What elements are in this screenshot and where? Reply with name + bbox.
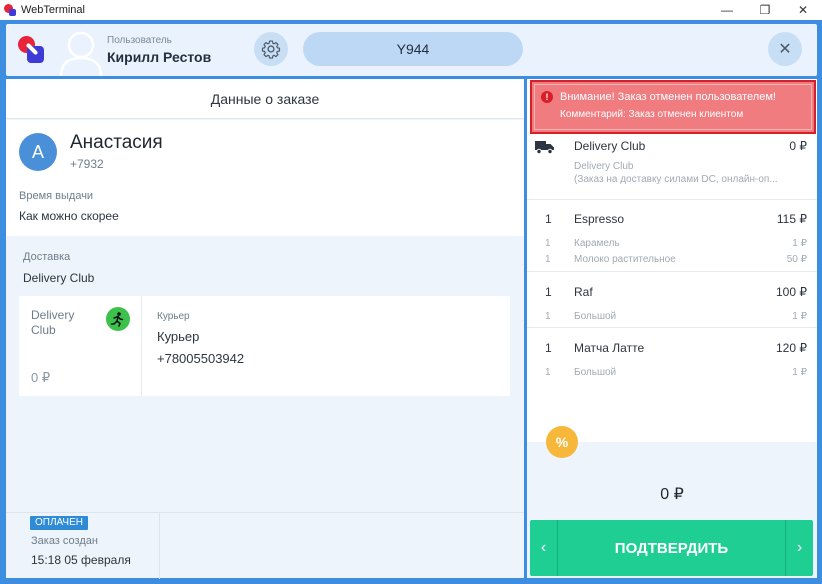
cart-item[interactable]: 1 Espresso 115 ₽ 1 Карамель 1 ₽ 1 Молоко… <box>527 200 817 271</box>
confirm-bar: ‹ ПОДТВЕРДИТЬ › <box>530 520 813 576</box>
cart-delivery-sub1: Delivery Club <box>574 161 634 172</box>
truck-icon <box>535 141 554 154</box>
order-details-title: Данные о заказе <box>6 79 524 119</box>
cart-mod-name: Большой <box>574 367 617 378</box>
discount-button[interactable]: % <box>546 426 578 458</box>
courier-phone: +78005503942 <box>157 351 245 366</box>
cart-item-qty: 1 <box>545 212 552 226</box>
app-icon <box>4 3 16 16</box>
cart-item-name: Матча Латте <box>574 341 645 355</box>
alert-comment: Комментарий: Заказ отменен клиентом <box>560 109 744 120</box>
cart-delivery-price: 0 ₽ <box>789 139 807 153</box>
window-title: WebTerminal <box>21 3 85 16</box>
order-footer: ОПЛАЧЕН Заказ создан 15:18 05 февраля <box>6 512 524 579</box>
header-bar: Пользователь Кирилл Рестов Y944 ✕ <box>6 24 817 77</box>
cart-mod-qty: 1 <box>545 254 551 265</box>
order-code-pill[interactable]: Y944 <box>303 32 523 66</box>
window-close-button[interactable]: ✕ <box>788 0 818 19</box>
cart-mod-price: 1 ₽ <box>792 238 807 249</box>
chevron-left-icon: ‹ <box>540 539 547 556</box>
delivery-value: Delivery Club <box>23 271 95 285</box>
pickup-time-value: Как можно скорее <box>19 209 119 223</box>
cart-item-price: 120 ₽ <box>776 341 807 355</box>
cart-mod-name: Карамель <box>574 238 620 249</box>
customer-avatar: А <box>19 133 57 171</box>
delivery-label: Доставка <box>23 251 71 263</box>
courier-card: Delivery Club 0 ₽ Курьер Курьер +7800550… <box>19 296 510 396</box>
cart-item-price: 115 ₽ <box>776 212 807 226</box>
customer-section: А Анастасия +7932 Время выдачи Как можно… <box>6 120 524 236</box>
cart-mod-price: 50 ₽ <box>786 254 807 265</box>
chevron-right-icon: › <box>796 539 803 556</box>
maximize-button[interactable]: ❐ <box>750 0 780 19</box>
cancel-alert: ! Внимание! Заказ отменен пользователем!… <box>530 80 816 134</box>
cart-mod-name: Большой <box>574 311 617 322</box>
gear-icon <box>261 40 281 59</box>
cart-item-price: 100 ₽ <box>776 285 807 299</box>
user-label: Пользователь <box>107 35 172 46</box>
status-badge: ОПЛАЧЕН <box>30 516 88 530</box>
courier-service-name: Delivery Club <box>31 308 75 337</box>
alert-title: Внимание! Заказ отменен пользователем! <box>560 91 776 103</box>
minimize-button[interactable]: — <box>712 0 742 19</box>
cart-mod-price: 1 ₽ <box>792 311 807 322</box>
courier-label: Курьер <box>157 311 190 322</box>
prev-arrow-button[interactable]: ‹ <box>530 520 558 576</box>
cart-delivery-row[interactable]: Delivery Club 0 ₽ Delivery Club (Заказ н… <box>527 135 817 199</box>
courier-price: 0 ₽ <box>31 370 51 385</box>
settings-button[interactable] <box>254 32 288 66</box>
courier-name: Курьер <box>157 329 200 344</box>
cart-item[interactable]: 1 Матча Латте 120 ₽ 1 Большой 1 ₽ <box>527 328 817 383</box>
cart-item-name: Raf <box>574 285 593 299</box>
cart-delivery-name: Delivery Club <box>574 139 646 153</box>
created-value: 15:18 05 февраля <box>31 553 131 567</box>
window-titlebar: WebTerminal <box>0 0 822 19</box>
cart-mod-qty: 1 <box>545 238 551 249</box>
user-name: Кирилл Рестов <box>107 49 212 65</box>
cart-item-qty: 1 <box>545 285 552 299</box>
order-details-panel: Данные о заказе А Анастасия +7932 Время … <box>6 79 524 579</box>
app-logo <box>18 36 46 64</box>
cart-mod-name: Молоко растительное <box>574 254 676 265</box>
close-icon: ✕ <box>778 41 792 58</box>
created-label: Заказ создан <box>31 535 98 547</box>
cart-panel: Delivery Club 0 ₽ Delivery Club (Заказ н… <box>527 79 817 578</box>
cart-item-qty: 1 <box>545 341 552 355</box>
alert-icon: ! <box>541 91 553 103</box>
customer-name: Анастасия <box>70 132 163 153</box>
cart-mod-qty: 1 <box>545 311 551 322</box>
cart-delivery-sub2: (Заказ на доставку силами DC, онлайн-оп.… <box>574 174 778 185</box>
user-silhouette-icon <box>58 28 104 77</box>
cart-mod-price: 1 ₽ <box>792 367 807 378</box>
delivery-club-logo <box>106 307 130 331</box>
next-arrow-button[interactable]: › <box>785 520 813 576</box>
cart-item-name: Espresso <box>574 212 625 226</box>
close-order-button[interactable]: ✕ <box>768 32 802 66</box>
confirm-button[interactable]: ПОДТВЕРДИТЬ <box>558 520 785 576</box>
cart-total: 0 ₽ <box>660 486 684 503</box>
cart-mod-qty: 1 <box>545 367 551 378</box>
pickup-time-label: Время выдачи <box>19 190 94 202</box>
cart-item[interactable]: 1 Raf 100 ₽ 1 Большой 1 ₽ <box>527 272 817 327</box>
customer-phone: +7932 <box>70 157 104 171</box>
